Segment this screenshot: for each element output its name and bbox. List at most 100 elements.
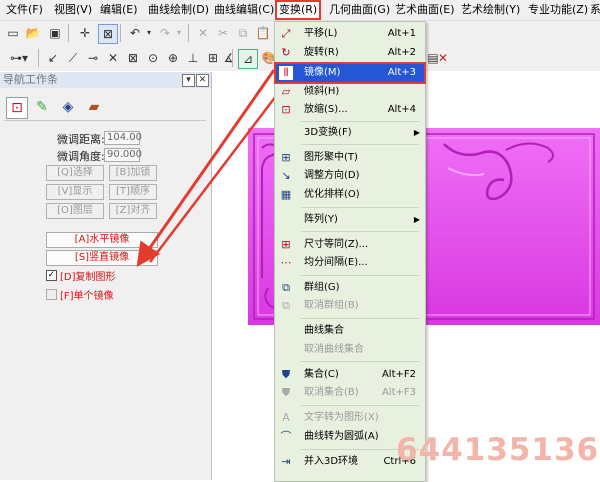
menu-item-shortcut: Alt+1 bbox=[387, 28, 416, 39]
menu-transform[interactable]: 变换(R) bbox=[275, 0, 322, 20]
menu-curve-edit[interactable]: 曲线编辑(C) bbox=[214, 2, 274, 18]
menu-item-scale[interactable]: ⊡ 放缩(S)... Alt+4 bbox=[276, 101, 424, 119]
cross-tool-icon[interactable]: ✕ bbox=[104, 49, 122, 67]
close-red-icon[interactable]: ✕ bbox=[434, 49, 452, 67]
menu-item-shortcut: Alt+4 bbox=[387, 104, 416, 115]
menu-item-label: 尺寸等同(Z)... bbox=[304, 239, 369, 250]
panel-divider bbox=[4, 120, 206, 121]
vertical-mirror-button[interactable]: [S]竖直镜像 bbox=[46, 250, 158, 266]
measure-tool-icon[interactable]: ⊿ bbox=[238, 49, 258, 69]
menu-file[interactable]: 文件(F) bbox=[6, 2, 43, 18]
fine-angle-input[interactable]: 90.000 bbox=[104, 148, 142, 162]
copy-shape-checkbox[interactable]: ✓ bbox=[46, 270, 57, 281]
menu-item-rotate[interactable]: ↻ 旋转(R) Alt+2 bbox=[276, 44, 424, 62]
line-tool-icon[interactable]: ↙ bbox=[44, 49, 62, 67]
menu-item-set[interactable]: ⛊ 集合(C) Alt+F2 bbox=[276, 366, 424, 384]
menu-art-surface[interactable]: 艺术曲面(E) bbox=[395, 2, 455, 18]
fine-angle-label: 微调角度: bbox=[57, 150, 105, 163]
menu-item-ungroup[interactable]: ⧉ 取消群组(B) bbox=[276, 297, 424, 315]
menu-separator bbox=[301, 361, 419, 362]
order-button[interactable]: [T]顺序 bbox=[109, 184, 157, 200]
angle-tool-icon[interactable]: ∡ bbox=[220, 49, 238, 67]
menu-item-label: 曲线转为圆弧(A) bbox=[304, 431, 379, 442]
select-box-icon[interactable]: ⊠ bbox=[98, 24, 118, 44]
tangent-tool-icon[interactable]: ⊸ bbox=[84, 49, 102, 67]
polyline-tool-icon[interactable]: ⟋ bbox=[64, 49, 82, 67]
rotate-icon: ↻ bbox=[281, 46, 291, 59]
set-icon: ⛊ bbox=[281, 368, 291, 381]
menu-item-text-to-shape[interactable]: A 文字转为图形(X) bbox=[276, 409, 424, 427]
translate-icon: ⤢ bbox=[281, 27, 291, 40]
nesting-icon: ▦ bbox=[280, 188, 292, 201]
select-button[interactable]: [Q]选择 bbox=[46, 165, 104, 181]
watermark: 644135136 bbox=[396, 432, 600, 468]
transform-tab-icon: ⊡ bbox=[11, 100, 23, 116]
tab-tools[interactable]: ▰ bbox=[84, 97, 104, 117]
box-tool-icon[interactable]: ⊠ bbox=[124, 49, 142, 67]
menu-item-mirror[interactable]: ⫴ 镜像(M) Alt+3 bbox=[274, 62, 426, 84]
single-mirror-label: [F]单个镜像 bbox=[60, 291, 114, 302]
merge-3d-icon: ⇥ bbox=[281, 455, 291, 468]
align-button[interactable]: [Z]对齐 bbox=[109, 203, 157, 219]
fine-distance-input[interactable]: 104.00 bbox=[104, 131, 142, 145]
anchor-tool-icon[interactable]: ⊥ bbox=[184, 49, 202, 67]
menu-item-translate[interactable]: ⤢ 平移(L) Alt+1 bbox=[276, 25, 424, 43]
lock-button[interactable]: [B]加锁 bbox=[109, 165, 157, 181]
menu-view[interactable]: 视图(V) bbox=[54, 2, 92, 18]
menu-separator bbox=[301, 231, 419, 232]
menu-geometric-surface[interactable]: 几何曲面(G) bbox=[329, 2, 390, 18]
open-folder-icon[interactable]: 📂 bbox=[24, 24, 42, 42]
circle-tool-icon[interactable]: ⊙ bbox=[144, 49, 162, 67]
cut-icon[interactable]: ✂ bbox=[214, 24, 232, 42]
save-icon[interactable]: ▣ bbox=[46, 24, 64, 42]
menu-item-nesting[interactable]: ▦ 优化排样(O) bbox=[276, 186, 424, 204]
horizontal-mirror-button[interactable]: [A]水平镜像 bbox=[46, 232, 158, 248]
delete-icon[interactable]: ✕ bbox=[194, 24, 212, 42]
node-tool-icon[interactable]: ⊶▾ bbox=[4, 49, 34, 67]
menu-item-shortcut: Alt+F2 bbox=[381, 369, 416, 380]
copy-icon[interactable]: ⧉ bbox=[234, 24, 252, 42]
target-tool-icon[interactable]: ⊕ bbox=[164, 49, 182, 67]
menu-item-label: 均分间隔(E)... bbox=[304, 257, 368, 268]
skew-icon: ▱ bbox=[281, 85, 291, 98]
menu-art-draw[interactable]: 艺术绘制(Y) bbox=[461, 2, 520, 18]
menu-separator bbox=[301, 405, 419, 406]
single-mirror-checkbox[interactable] bbox=[46, 289, 57, 300]
equal-size-icon: ⊞ bbox=[281, 238, 291, 251]
menu-item-label: 曲线集合 bbox=[304, 325, 344, 336]
menu-item-equal-spacing[interactable]: ⋯ 均分间隔(E)... bbox=[276, 254, 424, 272]
tab-edit[interactable]: ✎ bbox=[32, 97, 52, 117]
menu-professional[interactable]: 专业功能(Z) bbox=[528, 2, 588, 18]
menu-item-group[interactable]: ⧉ 群组(G) bbox=[276, 279, 424, 297]
layer-button[interactable]: [O]图层 bbox=[46, 203, 104, 219]
new-file-icon[interactable]: ▭ bbox=[4, 24, 22, 42]
menu-curve-draw[interactable]: 曲线绘制(D) bbox=[148, 2, 209, 18]
tools-tab-icon: ▰ bbox=[88, 99, 100, 115]
transform-dropdown-menu: ⤢ 平移(L) Alt+1 ↻ 旋转(R) Alt+2 ⫴ 镜像(M) Alt+… bbox=[274, 21, 426, 482]
menu-item-cancel-curve-set[interactable]: 取消曲线集合 bbox=[276, 341, 424, 359]
crosshair-icon[interactable]: ✛ bbox=[76, 24, 94, 42]
menu-item-unset[interactable]: ⛊ 取消集合(B) Alt+F3 bbox=[276, 384, 424, 402]
tab-layers[interactable]: ◈ bbox=[58, 97, 78, 117]
redo-dropdown-icon[interactable]: ▾ bbox=[170, 24, 188, 42]
toolbar-separator bbox=[232, 49, 233, 67]
menu-item-equal-size[interactable]: ⊞ 尺寸等同(Z)... bbox=[276, 236, 424, 254]
menu-item-label: 3D变换(F) bbox=[304, 127, 352, 138]
menu-item-label: 平移(L) bbox=[304, 28, 338, 39]
menu-item-skew[interactable]: ▱ 倾斜(H) bbox=[276, 83, 424, 101]
layers-tab-icon: ◈ bbox=[62, 99, 74, 115]
menu-item-array[interactable]: 阵列(Y) ▶ bbox=[276, 211, 424, 229]
dropdown-icon[interactable]: ▾ bbox=[182, 74, 195, 87]
menu-item-direction[interactable]: ↘ 调整方向(D) bbox=[276, 167, 424, 185]
tab-transform[interactable]: ⊡ bbox=[6, 97, 28, 119]
close-icon[interactable]: ✕ bbox=[196, 74, 209, 87]
menu-system[interactable]: 系 bbox=[590, 2, 600, 18]
menu-item-shortcut: Alt+F3 bbox=[381, 387, 416, 398]
paste-icon[interactable]: 📋 bbox=[254, 24, 272, 42]
menu-separator bbox=[301, 318, 419, 319]
menu-edit[interactable]: 编辑(E) bbox=[100, 2, 138, 18]
menu-item-curve-set[interactable]: 曲线集合 bbox=[276, 322, 424, 340]
show-button[interactable]: [V]显示 bbox=[46, 184, 104, 200]
menu-item-3d-transform[interactable]: 3D变换(F) ▶ bbox=[276, 124, 424, 142]
menu-item-center[interactable]: ⊞ 图形聚中(T) bbox=[276, 149, 424, 167]
